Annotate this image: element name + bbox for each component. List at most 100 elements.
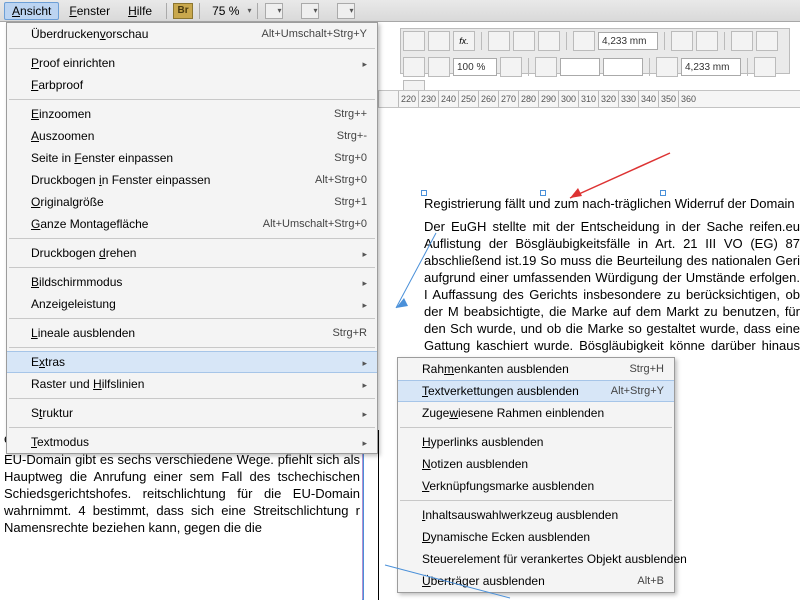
menu-separator [9, 267, 375, 268]
menu-item[interactable]: EinzoomenStrg++ [7, 103, 377, 125]
wrap-icon[interactable] [538, 31, 560, 51]
frame-handle[interactable] [660, 190, 666, 196]
submenu-item[interactable]: Notizen ausblenden [398, 453, 674, 475]
submenu-item[interactable]: Steuerelement für verankertes Objekt aus… [398, 548, 674, 570]
tb-sep [481, 32, 482, 50]
submenu-item[interactable]: Verknüpfungsmarke ausblenden [398, 475, 674, 497]
menu-shortcut: Alt+B [637, 575, 664, 587]
menu-item-label: Lineale ausblenden [31, 326, 332, 340]
submenu-arrow-icon [356, 246, 367, 260]
menu-separator [400, 427, 672, 428]
submenu-item-label: Überträger ausblenden [422, 574, 637, 588]
menu-separator [9, 347, 375, 348]
fx-icon[interactable]: fx. [453, 31, 475, 51]
menu-item-label: Proof einrichten [31, 56, 356, 70]
tb-sep [566, 32, 567, 50]
menu-shortcut: Alt+Umschalt+Strg+0 [263, 218, 367, 230]
menu-shortcut: Strg+1 [334, 196, 367, 208]
menu-item[interactable]: OriginalgrößeStrg+1 [7, 191, 377, 213]
measure-field[interactable]: 4,233 mm [598, 32, 658, 50]
bridge-button[interactable]: Br [173, 3, 193, 19]
pct-field[interactable]: 100 % [453, 58, 497, 76]
tb-icon[interactable] [754, 57, 776, 77]
tb-icon[interactable] [656, 57, 678, 77]
align-icon[interactable] [731, 31, 753, 51]
submenu-item[interactable]: Rahmenkanten ausblendenStrg+H [398, 358, 674, 380]
menu-item[interactable]: Farbproof [7, 74, 377, 96]
ruler-tick: 360 [678, 91, 698, 107]
submenu-item[interactable]: Hyperlinks ausblenden [398, 431, 674, 453]
menu-hilfe[interactable]: Hilfe [120, 2, 160, 20]
menu-shortcut: Strg+R [332, 327, 367, 339]
menu-item[interactable]: Extras [7, 351, 377, 373]
tb-icon[interactable] [403, 57, 425, 77]
menu-separator [9, 48, 375, 49]
menu-item[interactable]: AuszoomenStrg+- [7, 125, 377, 147]
ruler-tick: 350 [658, 91, 678, 107]
grid-icon[interactable] [696, 31, 718, 51]
menu-fenster[interactable]: Fenster [61, 2, 118, 20]
menu-item[interactable]: Seite in Fenster einpassenStrg+0 [7, 147, 377, 169]
menu-item-label: Originalgröße [31, 195, 334, 209]
blank-field[interactable] [560, 58, 600, 76]
extras-submenu: Rahmenkanten ausblendenStrg+HTextverkett… [397, 357, 675, 593]
ruler-tick: 250 [458, 91, 478, 107]
submenu-item-label: Inhaltsauswahlwerkzeug ausblenden [422, 508, 664, 522]
submenu-item[interactable]: Zugewiesene Rahmen einblenden [398, 402, 674, 424]
view-options-button[interactable] [301, 3, 319, 19]
menu-item-label: Bildschirmmodus [31, 275, 356, 289]
menu-shortcut: Strg++ [334, 108, 367, 120]
blank-field[interactable] [603, 58, 643, 76]
menu-item[interactable]: Ganze MontageflächeAlt+Umschalt+Strg+0 [7, 213, 377, 235]
menu-item[interactable]: Bildschirmmodus [7, 271, 377, 293]
menu-item[interactable]: Struktur [7, 402, 377, 424]
doc-paragraph: Registrierung fällt und zum nach-träglic… [424, 195, 800, 212]
menu-item[interactable]: Lineale ausblendenStrg+R [7, 322, 377, 344]
menu-separator [9, 427, 375, 428]
ruler-tick: 280 [518, 91, 538, 107]
submenu-item[interactable]: Textverkettungen ausblendenAlt+Strg+Y [398, 380, 674, 402]
frame-handle[interactable] [421, 190, 427, 196]
tb-icon[interactable] [535, 57, 557, 77]
arrange-button[interactable] [337, 3, 355, 19]
ruler-tick [378, 91, 398, 107]
tb-icon[interactable] [428, 57, 450, 77]
submenu-item[interactable]: Überträger ausblendenAlt+B [398, 570, 674, 592]
menu-separator [9, 398, 375, 399]
doc-paragraph: EU-Domain gibt es sechs verschiedene Weg… [4, 451, 360, 536]
menu-item[interactable]: Proof einrichten [7, 52, 377, 74]
screen-mode-button[interactable] [265, 3, 283, 19]
menu-item[interactable]: Textmodus [7, 431, 377, 453]
menu-item[interactable]: Druckbogen drehen [7, 242, 377, 264]
align-icon[interactable] [756, 31, 778, 51]
tb-icon[interactable] [428, 31, 450, 51]
menu-separator [400, 500, 672, 501]
wrap-icon[interactable] [513, 31, 535, 51]
zoom-field[interactable]: 75 % [206, 4, 245, 18]
menu-ansicht[interactable]: Ansicht [4, 2, 59, 20]
menu-item-label: Überdruckenvorschau [31, 27, 262, 41]
tb-icon[interactable] [403, 31, 425, 51]
submenu-item[interactable]: Inhaltsauswahlwerkzeug ausblenden [398, 504, 674, 526]
wrap-icon[interactable] [488, 31, 510, 51]
menu-item-label: Raster und Hilfslinien [31, 377, 356, 391]
frame-handle[interactable] [540, 190, 546, 196]
grid-icon[interactable] [671, 31, 693, 51]
menu-item[interactable]: Anzeigeleistung [7, 293, 377, 315]
menu-shortcut: Alt+Umschalt+Strg+Y [262, 28, 367, 40]
ruler-tick: 240 [438, 91, 458, 107]
canvas-whitespace [378, 108, 800, 188]
tb-icon[interactable] [500, 57, 522, 77]
crop-icon[interactable] [573, 31, 595, 51]
document-text-frame[interactable]: Registrierung fällt und zum nach-träglic… [424, 195, 800, 373]
menu-item[interactable]: Druckbogen in Fenster einpassenAlt+Strg+… [7, 169, 377, 191]
menu-item[interactable]: Raster und Hilfslinien [7, 373, 377, 395]
menu-separator [9, 238, 375, 239]
measure-field[interactable]: 4,233 mm [681, 58, 741, 76]
menubar-sep [199, 3, 200, 19]
submenu-item[interactable]: Dynamische Ecken ausblenden [398, 526, 674, 548]
menu-item-label: Einzoomen [31, 107, 334, 121]
menu-item-label: Ganze Montagefläche [31, 217, 263, 231]
ruler-tick: 220 [398, 91, 418, 107]
menu-item[interactable]: ÜberdruckenvorschauAlt+Umschalt+Strg+Y [7, 23, 377, 45]
